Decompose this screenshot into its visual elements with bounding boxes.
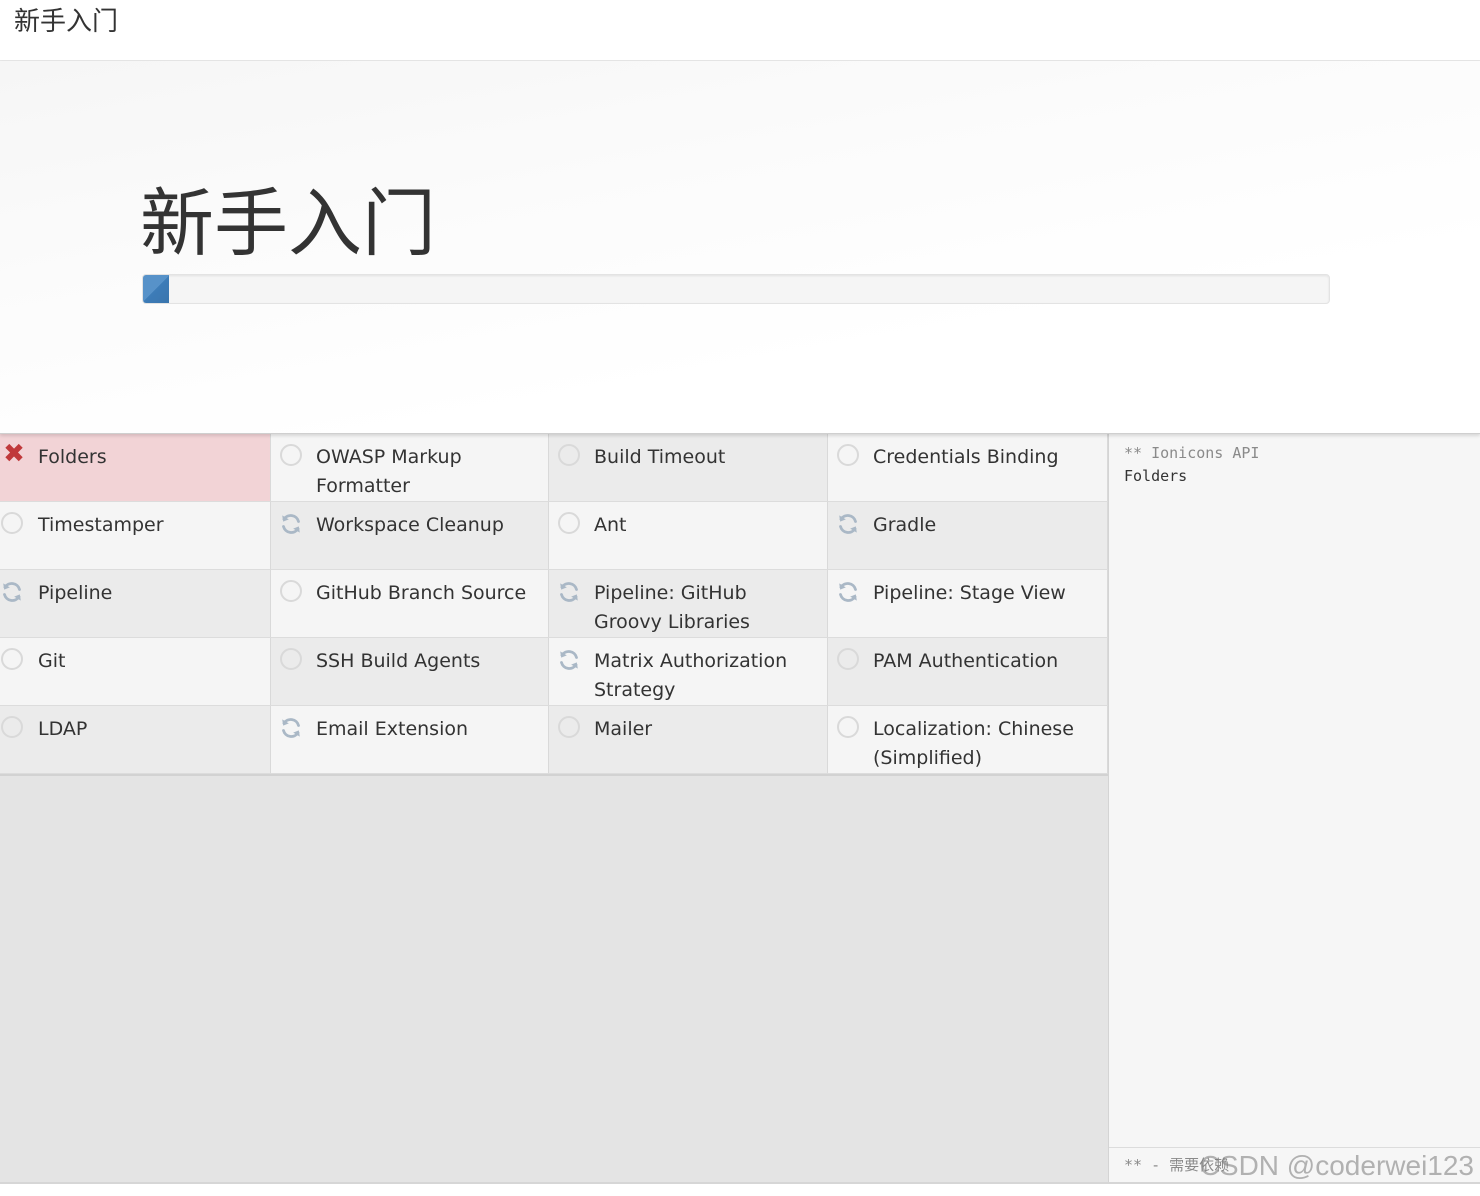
plugin-name: Ant (594, 514, 627, 536)
plugin-name: GitHub Branch Source (316, 582, 527, 604)
log-line-plugin: Folders (1124, 467, 1188, 485)
circle-icon (279, 444, 303, 470)
circle-icon (557, 444, 581, 470)
plugin-item: GitHub Branch Source (271, 570, 549, 638)
watermark: CSDN @coderwei123 (1199, 1150, 1474, 1181)
plugin-name: Timestamper (38, 514, 164, 536)
circle-icon (557, 716, 581, 742)
circle-icon (836, 648, 860, 674)
plugin-item: Email Extension (271, 706, 549, 774)
plugin-item: Pipeline (0, 570, 271, 638)
window-title: 新手入门 (14, 7, 119, 37)
plugin-grid: ✖ Folders OWASP Markup Formatter Build Time… (0, 434, 1108, 776)
log-line-dependency: ** Ionicons API (1124, 444, 1260, 462)
plugin-grid-area: ✖ Folders OWASP Markup Formatter Build Time… (0, 434, 1108, 1196)
plugin-name: Git (38, 650, 66, 672)
plugin-item: Build Timeout (549, 434, 828, 502)
install-log-panel[interactable]: ** Ionicons API Folders ** - 需要依赖 (1108, 434, 1480, 1182)
plugin-name: Pipeline: Stage View (873, 582, 1066, 604)
plugin-item: Localization: Chinese (Simplified) (828, 706, 1108, 774)
x-icon: ✖ (3, 439, 25, 469)
plugin-item: LDAP (0, 706, 271, 774)
plugin-item: Pipeline: GitHub Groovy Libraries (549, 570, 828, 638)
circle-icon (557, 512, 581, 538)
plugin-name: Localization: Chinese (Simplified) (873, 718, 1074, 769)
plugin-name: Email Extension (316, 718, 469, 740)
plugin-item: Credentials Binding (828, 434, 1108, 502)
refresh-icon (557, 580, 581, 606)
refresh-icon (836, 580, 860, 606)
plugin-name: Matrix Authorization Strategy (594, 650, 788, 701)
plugin-name: PAM Authentication (873, 650, 1059, 672)
plugin-name: SSH Build Agents (316, 650, 481, 672)
plugin-name: Build Timeout (594, 446, 726, 468)
refresh-icon (279, 716, 303, 742)
refresh-icon (0, 580, 24, 606)
plugin-item: Pipeline: Stage View (828, 570, 1108, 638)
plugin-item: Workspace Cleanup (271, 502, 549, 570)
plugin-item: Matrix Authorization Strategy (549, 638, 828, 706)
circle-icon (279, 648, 303, 674)
plugin-name: Pipeline: GitHub Groovy Libraries (594, 582, 750, 633)
top-bar: 新手入门 (0, 0, 1480, 61)
plugin-item: Mailer (549, 706, 828, 774)
refresh-icon (836, 512, 860, 538)
page-title: 新手入门 (140, 181, 436, 267)
plugin-item: Git (0, 638, 271, 706)
circle-icon (279, 580, 303, 606)
circle-icon (836, 716, 860, 742)
plugin-name: Gradle (873, 514, 937, 536)
plugin-name: Workspace Cleanup (316, 514, 504, 536)
plugin-item: ✖ Folders (0, 434, 271, 502)
plugin-name: LDAP (38, 718, 88, 740)
hero-header: 新手入门 (0, 61, 1480, 434)
circle-icon (0, 648, 24, 674)
circle-icon (0, 716, 24, 742)
bottom-border (0, 1182, 1480, 1196)
refresh-icon (557, 648, 581, 674)
plugin-name: Mailer (594, 718, 653, 740)
plugin-item: Gradle (828, 502, 1108, 570)
install-progress-bar (142, 274, 1330, 304)
plugin-item: Ant (549, 502, 828, 570)
plugin-name: Folders (38, 446, 107, 468)
plugin-item: PAM Authentication (828, 638, 1108, 706)
progress-fill (143, 275, 170, 303)
plugin-name: Credentials Binding (873, 446, 1059, 468)
circle-icon (0, 512, 24, 538)
plugin-name: Pipeline (38, 582, 113, 604)
plugin-item: OWASP Markup Formatter (271, 434, 549, 502)
plugin-item: SSH Build Agents (271, 638, 549, 706)
refresh-icon (279, 512, 303, 538)
circle-icon (836, 444, 860, 470)
plugin-name: OWASP Markup Formatter (316, 446, 462, 497)
plugin-item: Timestamper (0, 502, 271, 570)
